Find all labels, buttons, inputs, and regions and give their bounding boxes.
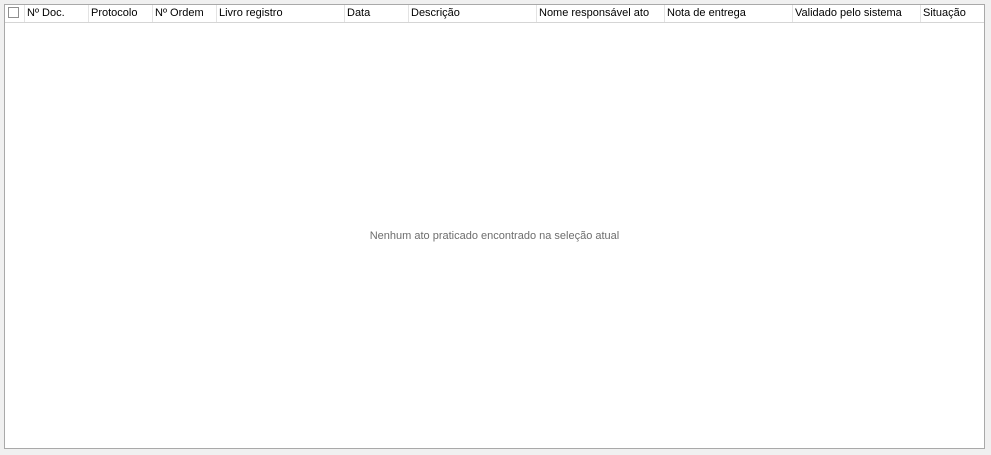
bottom-strip [0,449,991,455]
column-header-protocolo[interactable]: Protocolo [89,5,153,22]
column-header-select-all[interactable] [5,5,25,22]
column-header-situacao[interactable]: Situação [921,5,984,22]
column-header-nome-responsavel-ato[interactable]: Nome responsável ato [537,5,665,22]
column-header-livro-registro[interactable]: Livro registro [217,5,345,22]
results-grid: Nº Doc. Protocolo Nº Ordem Livro registr… [4,4,985,449]
column-header-data[interactable]: Data [345,5,409,22]
select-all-checkbox[interactable] [8,7,19,18]
column-header-label: Nº Doc. [27,7,65,19]
column-header-numero-doc[interactable]: Nº Doc. [25,5,89,22]
column-header-label: Descrição [411,7,460,19]
column-header-label: Protocolo [91,7,138,19]
column-header-numero-ordem[interactable]: Nº Ordem [153,5,217,22]
grid-header-row: Nº Doc. Protocolo Nº Ordem Livro registr… [5,5,984,23]
column-header-label: Nº Ordem [155,7,204,19]
column-header-label: Data [347,7,371,19]
column-header-label: Nome responsável ato [539,7,650,19]
column-header-nota-de-entrega[interactable]: Nota de entrega [665,5,793,22]
column-header-descricao[interactable]: Descrição [409,5,537,22]
column-header-label: Livro registro [219,7,283,19]
column-header-label: Situação [923,7,966,19]
column-header-validado-pelo-sistema[interactable]: Validado pelo sistema [793,5,921,22]
column-header-label: Validado pelo sistema [795,7,902,19]
column-header-label: Nota de entrega [667,7,746,19]
empty-state-message: Nenhum ato praticado encontrado na seleç… [369,230,620,242]
